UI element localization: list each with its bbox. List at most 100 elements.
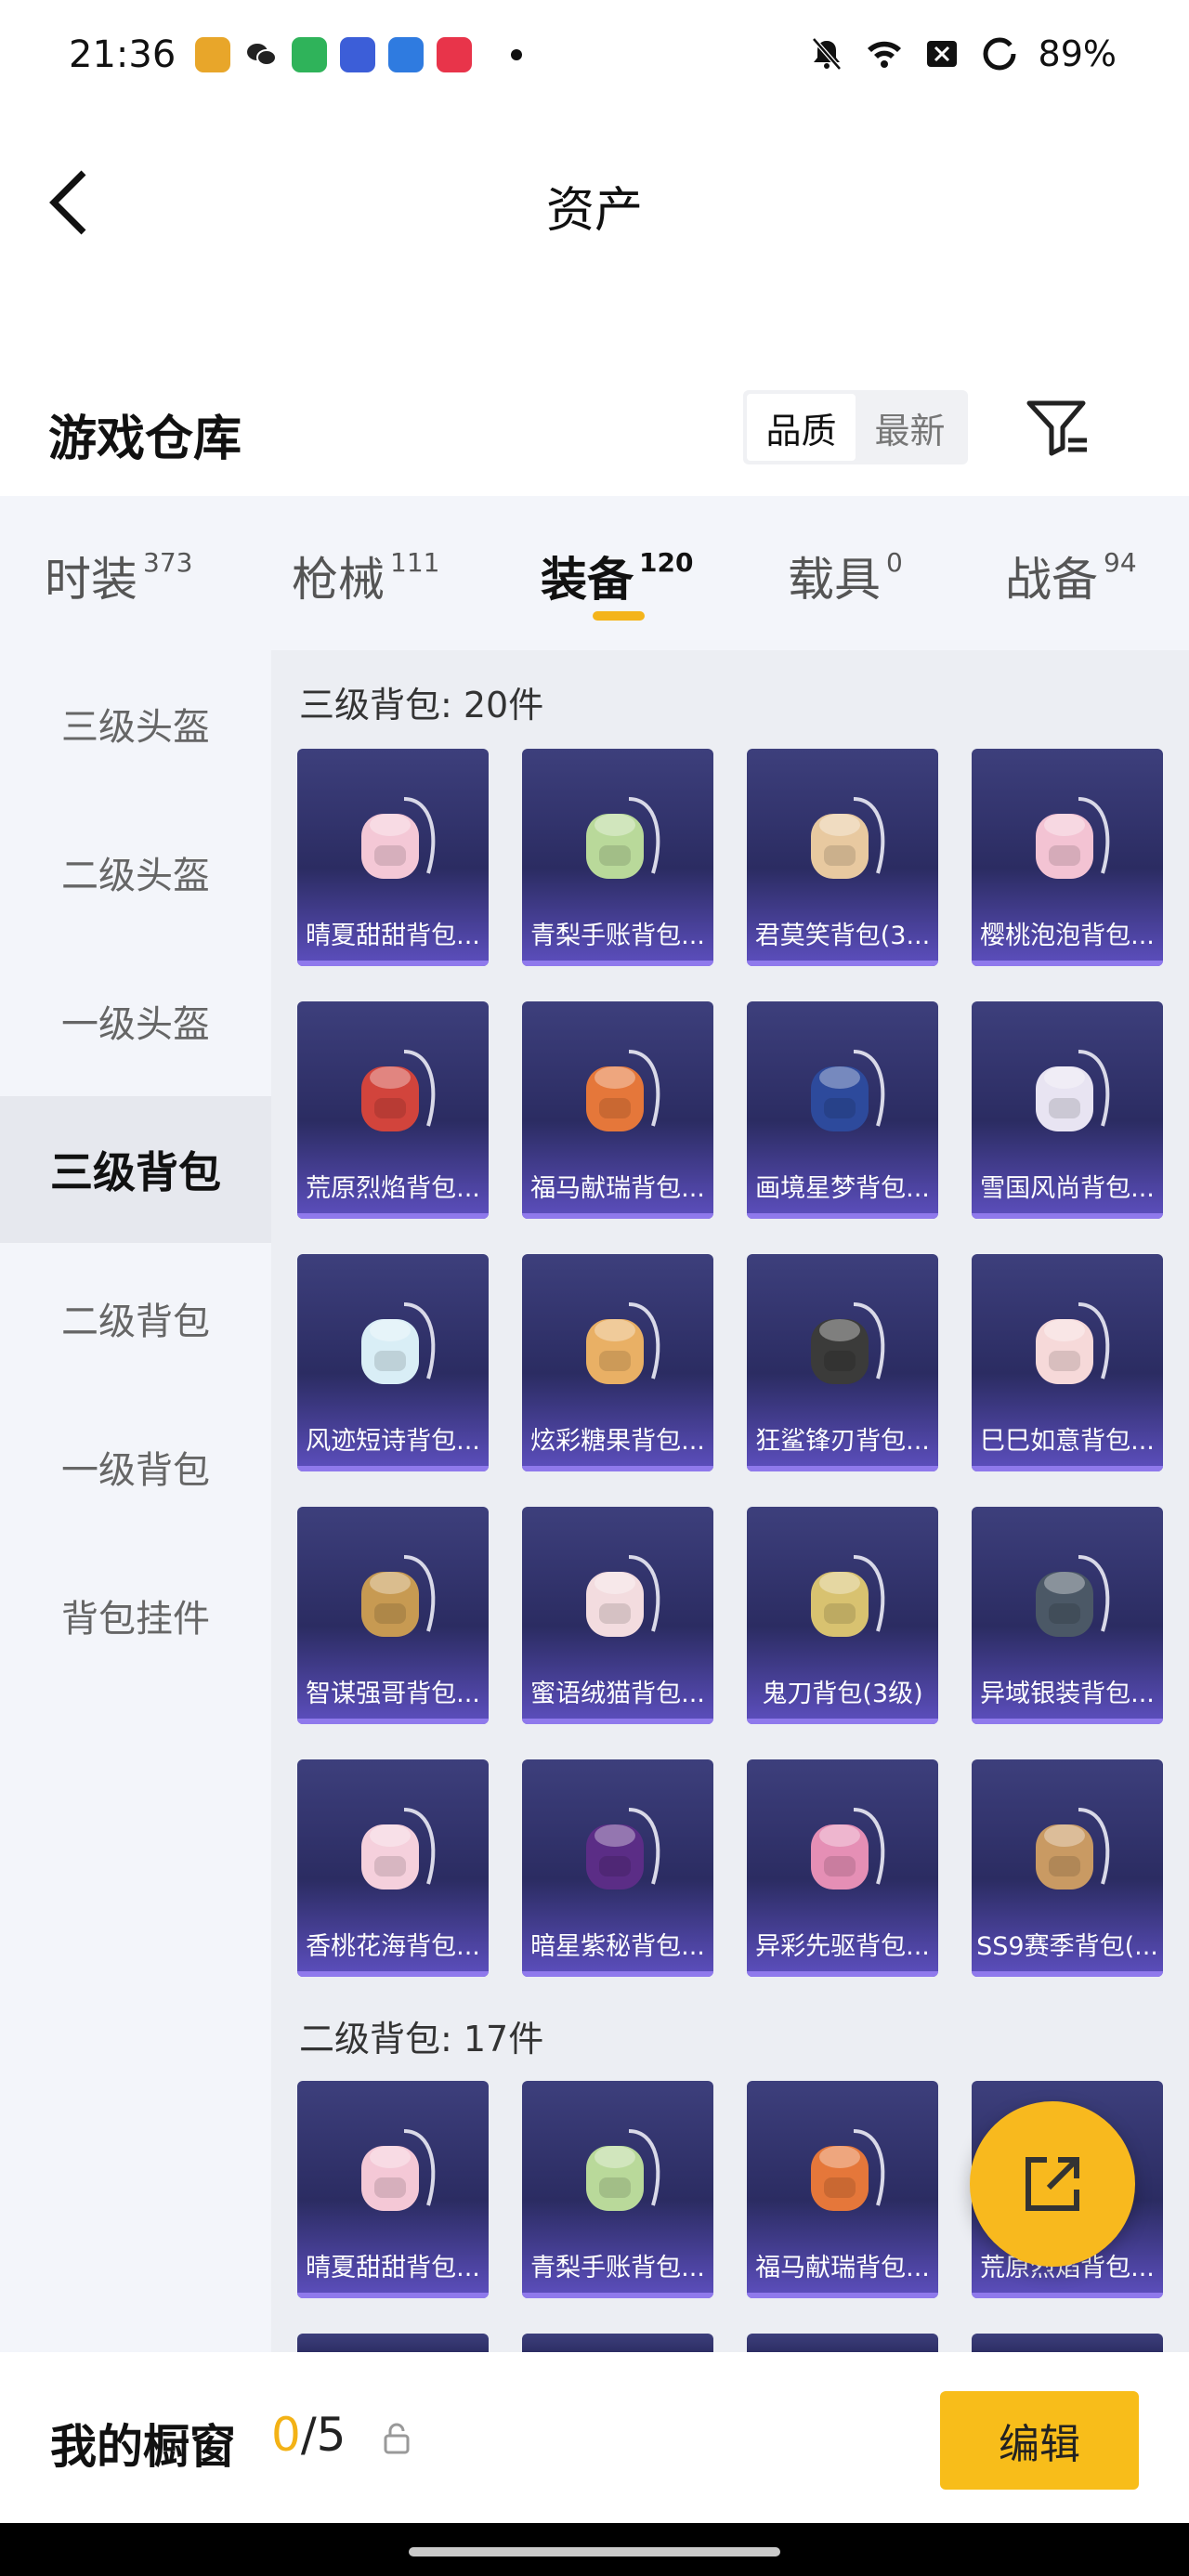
item-name: 巳巳如意背包... xyxy=(980,1426,1155,1456)
item-card[interactable]: 福马献瑞背包... xyxy=(747,2081,938,2298)
item-name: 青梨手账背包... xyxy=(530,921,705,950)
status-bar: 21:36 89% xyxy=(0,0,1189,115)
item-card[interactable]: 异彩先驱背包... xyxy=(747,1759,938,1977)
item-card[interactable]: 福马献瑞背包... xyxy=(522,1001,713,1219)
backpack-icon xyxy=(811,1555,885,1637)
system-nav-bar xyxy=(0,2523,1189,2576)
item-card[interactable]: 樱桃泡泡背包... xyxy=(972,749,1163,966)
sidebar-item-backpack-charm[interactable]: 背包挂件 xyxy=(0,1542,271,1689)
item-grid: 三级背包: 20件 晴夏甜甜背包... 青梨手账背包... 君莫笑背包(3... 樱桃… xyxy=(271,650,1189,2356)
sidebar-item-level2-helmet[interactable]: 二级头盔 xyxy=(0,799,271,946)
item-card[interactable]: SS9赛季背包(... xyxy=(972,1759,1163,1977)
backpack-icon xyxy=(361,1555,436,1637)
item-name: 智谋强哥背包... xyxy=(306,1679,480,1708)
item-card[interactable]: 画境星梦背包... xyxy=(747,1001,938,1219)
item-card[interactable]: 智谋强哥背包... xyxy=(297,1507,489,1724)
item-name: 暗星紫秘背包... xyxy=(530,1931,705,1961)
item-card[interactable]: 巳巳如意背包... xyxy=(972,1254,1163,1471)
item-card[interactable]: 晴夏甜甜背包... xyxy=(297,2081,489,2298)
item-name: 画境星梦背包... xyxy=(755,1173,930,1203)
tab-equipment[interactable]: 装备 120 xyxy=(541,543,693,609)
item-name: 樱桃泡泡背包... xyxy=(980,921,1155,950)
item-card[interactable]: 香桃花海背包... xyxy=(297,1759,489,1977)
home-gesture-handle[interactable] xyxy=(409,2547,780,2556)
backpack-icon xyxy=(586,797,660,879)
backpack-icon xyxy=(811,1808,885,1890)
item-card[interactable]: 狂鲨锋刃背包... xyxy=(747,1254,938,1471)
showcase-count-total: /5 xyxy=(300,2408,346,2462)
item-card[interactable]: 雪国风尚背包... xyxy=(972,1001,1163,1219)
item-card[interactable]: 青梨手账背包... xyxy=(522,2081,713,2298)
lock-icon xyxy=(384,2423,410,2454)
sidebar-item-level1-helmet[interactable]: 一级头盔 xyxy=(0,948,271,1094)
page-title: 资产 xyxy=(545,183,643,239)
backpack-icon xyxy=(361,1808,436,1890)
item-card[interactable]: 异域银装背包... xyxy=(972,1507,1163,1724)
sub-category-sidebar: 三级头盔 二级头盔 一级头盔 三级背包 二级背包 一级背包 背包挂件 xyxy=(0,650,271,2356)
share-icon xyxy=(1026,2157,1079,2211)
sidebar-item-level2-backpack[interactable]: 二级背包 xyxy=(0,1245,271,1392)
backpack-icon xyxy=(811,2129,885,2211)
sidebar-item-level1-backpack[interactable]: 一级背包 xyxy=(0,1393,271,1540)
tab-fashion[interactable]: 时装 373 xyxy=(45,543,192,609)
item-card[interactable]: 暗星紫秘背包... xyxy=(522,1759,713,1977)
item-name: 香桃花海背包... xyxy=(306,1931,480,1961)
filter-button[interactable] xyxy=(1022,392,1092,463)
item-card[interactable]: 君莫笑背包(3... xyxy=(747,749,938,966)
backpack-icon xyxy=(586,1302,660,1384)
status-time: 21:36 xyxy=(69,33,176,76)
item-card[interactable]: 风迹短诗背包... xyxy=(297,1254,489,1471)
item-name: 蜜语绒猫背包... xyxy=(530,1679,705,1708)
tab-vehicles[interactable]: 载具 0 xyxy=(788,543,903,609)
showcase-bar: 我的橱窗 0/5 编辑 xyxy=(0,2352,1189,2523)
notification-app-icons xyxy=(195,37,522,72)
item-name: 晴夏甜甜背包... xyxy=(306,2253,480,2282)
item-card[interactable]: 晴夏甜甜背包... xyxy=(297,749,489,966)
tab-gear[interactable]: 战备 94 xyxy=(1005,543,1137,609)
tab-count: 0 xyxy=(886,547,903,579)
item-name: 福马献瑞背包... xyxy=(530,1173,705,1203)
item-card[interactable]: 鬼刀背包(3级) xyxy=(747,1507,938,1724)
sim-off-icon xyxy=(926,41,957,67)
share-button[interactable] xyxy=(970,2101,1135,2267)
backpack-icon xyxy=(361,1302,436,1384)
item-name: 风迹短诗背包... xyxy=(306,1426,480,1456)
backpack-icon xyxy=(1036,1808,1110,1890)
item-card[interactable]: 炫彩糖果背包... xyxy=(522,1254,713,1471)
tab-label: 枪械 xyxy=(292,553,385,607)
backpack-icon xyxy=(1036,1555,1110,1637)
music-icon xyxy=(437,37,472,72)
backpack-icon xyxy=(811,1050,885,1131)
warehouse-title: 游戏仓库 xyxy=(48,412,242,467)
warehouse-header: 游戏仓库 品质 最新 xyxy=(0,372,1189,492)
edit-button[interactable]: 编辑 xyxy=(940,2391,1139,2490)
tab-count: 111 xyxy=(390,547,440,579)
sidebar-item-level3-backpack[interactable]: 三级背包 xyxy=(0,1096,271,1243)
item-name: 君莫笑背包(3... xyxy=(754,921,931,950)
mute-bell-icon xyxy=(811,37,842,71)
item-name: 炫彩糖果背包... xyxy=(530,1426,705,1456)
filter-icon xyxy=(1026,400,1087,456)
backpack-icon xyxy=(586,1808,660,1890)
backpack-icon xyxy=(361,797,436,879)
tab-label: 载具 xyxy=(788,553,881,607)
item-name: 福马献瑞背包... xyxy=(755,2253,930,2282)
item-card[interactable]: 青梨手账背包... xyxy=(522,749,713,966)
item-card[interactable]: 蜜语绒猫背包... xyxy=(522,1507,713,1724)
tab-label: 时装 xyxy=(45,553,137,607)
tab-firearms[interactable]: 枪械 111 xyxy=(292,543,439,609)
wifi-icon xyxy=(867,41,901,68)
item-name: 异域银装背包... xyxy=(980,1679,1155,1708)
showcase-count-current: 0 xyxy=(271,2408,301,2462)
backpack-icon xyxy=(811,797,885,879)
section-title: 二级背包: 17件 xyxy=(299,2019,544,2059)
item-card[interactable]: 荒原烈焰背包... xyxy=(297,1001,489,1219)
sidebar-item-level3-helmet[interactable]: 三级头盔 xyxy=(0,650,271,797)
backpack-icon xyxy=(1036,1302,1110,1384)
game-icon xyxy=(340,37,375,72)
sort-quality[interactable]: 品质 xyxy=(747,394,856,461)
item-name: 青梨手账背包... xyxy=(530,2253,705,2282)
game-icon-2 xyxy=(388,37,424,72)
sort-newest[interactable]: 最新 xyxy=(856,394,964,461)
security-app-icon xyxy=(292,37,327,72)
